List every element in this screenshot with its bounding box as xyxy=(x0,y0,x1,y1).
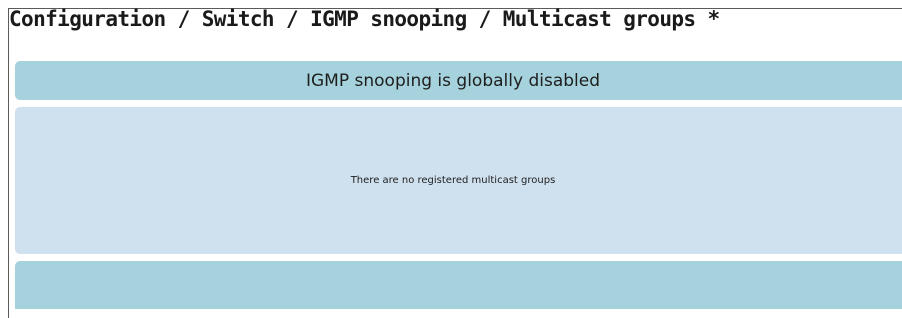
footer-bar xyxy=(15,261,902,309)
page-title: Configuration / Switch / IGMP snooping /… xyxy=(9,7,720,31)
multicast-groups-panel: There are no registered multicast groups xyxy=(15,107,902,254)
status-banner: IGMP snooping is globally disabled xyxy=(15,61,902,100)
status-message: IGMP snooping is globally disabled xyxy=(306,70,600,91)
empty-groups-message: There are no registered multicast groups xyxy=(350,175,556,186)
